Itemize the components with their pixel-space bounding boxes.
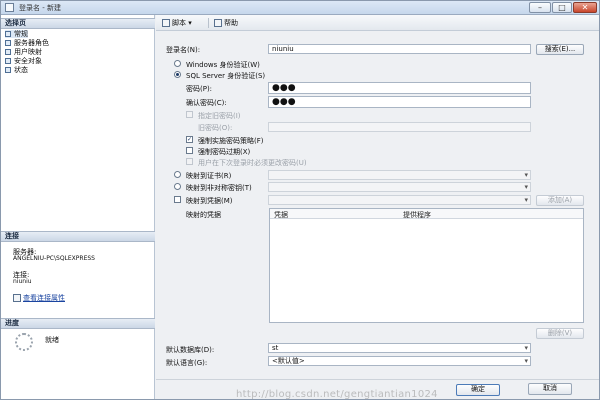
nav-item-server-roles[interactable]: 服务器角色 [5, 39, 49, 47]
enforce-expiration-checkbox[interactable] [186, 147, 193, 154]
old-password-label: 旧密码(O): [198, 124, 233, 132]
minimize-button[interactable]: – [529, 2, 551, 13]
page-icon [5, 31, 11, 37]
login-new-window: 登录名 - 新建 – □ ✕ 选择页 常规 服务器角色 用户映射 安全对象 状态… [0, 0, 600, 400]
server-value: ANGELNIU-PC\SQLEXPRESS [13, 255, 95, 262]
nav-item-user-mapping[interactable]: 用户映射 [5, 48, 42, 56]
connection-value: niuniu [13, 278, 32, 285]
nav-item-status[interactable]: 状态 [5, 66, 28, 74]
enforce-expiration-label: 强制密码过期(X) [198, 148, 251, 156]
nav-item-label: 安全对象 [14, 57, 42, 65]
map-asymmetric-key-label: 映射到非对称密钥(T) [186, 184, 252, 192]
window-title: 登录名 - 新建 [19, 4, 61, 12]
maximize-button[interactable]: □ [552, 2, 572, 13]
map-credential-label: 映射到凭据(M) [186, 197, 233, 205]
default-database-select[interactable]: st [268, 343, 531, 353]
specify-old-password-label: 指定旧密码(I) [198, 112, 241, 120]
progress-spinner-icon [15, 333, 33, 351]
password-label: 密码(P): [186, 85, 213, 93]
sql-auth-label: SQL Server 身份验证(S) [186, 72, 266, 80]
enforce-policy-label: 强制实施密码策略(F) [198, 137, 264, 145]
grid-column-provider[interactable]: 提供程序 [403, 210, 431, 220]
help-button[interactable]: 帮助 [214, 18, 238, 28]
default-database-label: 默认数据库(D): [166, 346, 215, 354]
windows-auth-label: Windows 身份验证(W) [186, 61, 260, 69]
map-credential-checkbox[interactable] [174, 196, 181, 203]
nav-item-label: 服务器角色 [14, 39, 49, 47]
script-button[interactable]: 脚本 ▾ [162, 18, 192, 28]
password-input[interactable]: ●●● [268, 82, 531, 94]
login-name-label: 登录名(N): [166, 46, 201, 54]
script-label: 脚本 [172, 19, 186, 27]
left-panel: 选择页 常规 服务器角色 用户映射 安全对象 状态 连接 服务器: ANGELN… [1, 15, 155, 399]
windows-auth-radio[interactable] [174, 60, 181, 67]
enforce-policy-checkbox[interactable]: ✓ [186, 136, 193, 143]
grid-header: 凭据 提供程序 [270, 209, 583, 219]
toolbar-separator [208, 18, 209, 28]
nav-item-label: 状态 [14, 66, 28, 74]
select-page-header: 选择页 [1, 18, 155, 29]
window-icon [5, 3, 14, 12]
nav-item-general[interactable]: 常规 [5, 30, 28, 38]
properties-icon [13, 294, 21, 302]
help-label: 帮助 [224, 19, 238, 27]
nav-item-label: 常规 [14, 30, 28, 38]
view-connection-link[interactable]: 查看连接属性 [23, 294, 65, 302]
credential-select[interactable] [268, 195, 531, 205]
grid-column-credential[interactable]: 凭据 [274, 210, 288, 220]
login-name-input[interactable]: niuniu [268, 44, 531, 54]
progress-status: 就绪 [45, 336, 59, 344]
help-icon [214, 19, 222, 27]
nav-item-label: 用户映射 [14, 48, 42, 56]
asymmetric-key-select[interactable] [268, 182, 531, 192]
old-password-input[interactable] [268, 122, 531, 132]
sql-auth-radio[interactable] [174, 71, 181, 78]
search-button[interactable]: 搜索(E)... [536, 44, 584, 55]
connection-header: 连接 [1, 231, 155, 242]
confirm-password-input[interactable]: ●●● [268, 96, 531, 108]
must-change-checkbox[interactable] [186, 158, 193, 165]
nav-item-securables[interactable]: 安全对象 [5, 57, 42, 65]
confirm-password-label: 确认密码(C): [186, 99, 227, 107]
toolbar: 脚本 ▾ 帮助 [156, 15, 599, 31]
mapped-credentials-label: 映射的凭据 [186, 211, 221, 219]
script-icon [162, 19, 170, 27]
close-button[interactable]: ✕ [573, 2, 597, 13]
page-icon [5, 49, 11, 55]
default-language-select[interactable]: <默认值> [268, 356, 531, 366]
mapped-credentials-grid[interactable]: 凭据 提供程序 [269, 208, 584, 323]
title-bar[interactable]: 登录名 - 新建 – □ ✕ [1, 1, 599, 15]
default-language-label: 默认语言(G): [166, 359, 208, 367]
ok-button[interactable]: 确定 [456, 384, 500, 396]
watermark: http://blog.csdn.net/gengtiantian1024 [236, 389, 438, 400]
certificate-select[interactable] [268, 170, 531, 180]
map-certificate-radio[interactable] [174, 171, 181, 178]
remove-button[interactable]: 删除(V) [536, 328, 584, 339]
must-change-label: 用户在下次登录时必须更改密码(U) [198, 159, 307, 167]
page-icon [5, 40, 11, 46]
page-icon [5, 58, 11, 64]
view-connection-properties[interactable]: 查看连接属性 [13, 293, 65, 303]
map-asymmetric-key-radio[interactable] [174, 183, 181, 190]
main-panel: 脚本 ▾ 帮助 登录名(N): niuniu 搜索(E)... Windows … [156, 15, 599, 400]
cancel-button[interactable]: 取消 [528, 383, 572, 395]
map-certificate-label: 映射到证书(R) [186, 172, 232, 180]
page-icon [5, 67, 11, 73]
chevron-down-icon[interactable]: ▾ [188, 19, 192, 27]
specify-old-password-checkbox[interactable] [186, 111, 193, 118]
progress-header: 进度 [1, 318, 155, 329]
add-button[interactable]: 添加(A) [536, 195, 584, 206]
